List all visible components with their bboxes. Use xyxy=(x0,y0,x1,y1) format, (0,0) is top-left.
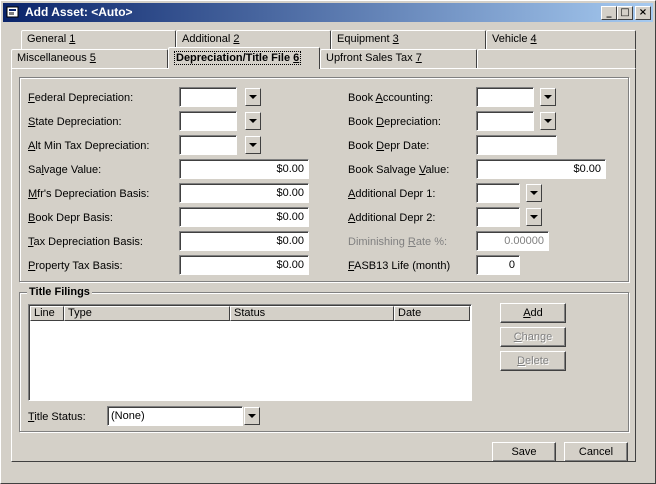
title-status-label: Title Status: xyxy=(28,411,86,423)
title-bar[interactable]: Add Asset: <Auto> _ □ × xyxy=(3,3,653,22)
tab-label: Miscellaneous xyxy=(17,52,90,64)
tab-key: 5 xyxy=(89,52,96,64)
tab-key: 3 xyxy=(392,33,399,45)
title-status-dropdown-icon[interactable] xyxy=(244,407,260,425)
book-depreciation-label: Book Depreciation: xyxy=(348,116,441,128)
column-header-status[interactable]: Status xyxy=(230,306,394,321)
federal-depreciation-combo[interactable] xyxy=(179,87,237,107)
tab-key: 2 xyxy=(233,33,240,45)
mfr-depreciation-basis-field[interactable]: $0.00 xyxy=(179,183,309,203)
fasb13-life-label: FASB13 Life (month) xyxy=(348,260,451,272)
app-icon xyxy=(6,6,19,18)
tab-key: 4 xyxy=(530,33,537,45)
salvage-value-label: Salvage Value: xyxy=(28,164,102,176)
additional-depr-2-combo[interactable] xyxy=(476,207,520,227)
federal-depreciation-dropdown-icon[interactable] xyxy=(245,88,261,106)
minimize-icon: _ xyxy=(606,7,612,18)
book-accounting-dropdown-icon[interactable] xyxy=(540,88,556,106)
additional-depr-2-dropdown-icon[interactable] xyxy=(526,208,542,226)
column-header-line[interactable]: Line xyxy=(30,306,64,321)
diminishing-rate-field: 0.00000 xyxy=(476,231,549,251)
delete-button[interactable]: Delete xyxy=(500,351,566,371)
close-button[interactable]: × xyxy=(635,6,651,20)
tab-vehicle[interactable]: Vehicle 4 xyxy=(486,30,636,49)
tab-miscellaneous[interactable]: Miscellaneous 5 xyxy=(11,49,168,68)
book-accounting-label: Book Accounting: xyxy=(348,92,434,104)
property-tax-basis-field[interactable]: $0.00 xyxy=(179,255,309,275)
book-salvage-value-field[interactable]: $0.00 xyxy=(476,159,606,179)
book-depr-date-label: Book Depr Date: xyxy=(348,140,430,152)
book-depreciation-combo[interactable] xyxy=(476,111,534,131)
add-button[interactable]: Add xyxy=(500,303,566,323)
alt-min-tax-depreciation-combo[interactable] xyxy=(179,135,237,155)
alt-min-tax-depreciation-label: Alt Min Tax Depreciation: xyxy=(28,140,150,152)
tab-label: Equipment xyxy=(337,33,393,45)
column-header-date[interactable]: Date xyxy=(394,306,470,321)
column-header-type[interactable]: Type xyxy=(64,306,230,321)
additional-depr-1-dropdown-icon[interactable] xyxy=(526,184,542,202)
tab-equipment[interactable]: Equipment 3 xyxy=(331,30,486,49)
alt-min-tax-depreciation-dropdown-icon[interactable] xyxy=(245,136,261,154)
tax-depreciation-basis-label: Tax Depreciation Basis: xyxy=(28,236,143,248)
book-depr-basis-field[interactable]: $0.00 xyxy=(179,207,309,227)
tab-key: 6 xyxy=(293,52,300,64)
tab-label: General xyxy=(27,33,70,45)
title-filings-heading: Title Filings xyxy=(27,286,92,298)
federal-depreciation-label: Federal Depreciation: xyxy=(28,92,134,104)
tab-key: 1 xyxy=(69,33,76,45)
additional-depr-1-label: Additional Depr 1: xyxy=(348,188,436,200)
tab-label: Upfront Sales Tax xyxy=(326,52,416,64)
tax-depreciation-basis-field[interactable]: $0.00 xyxy=(179,231,309,251)
book-depreciation-dropdown-icon[interactable] xyxy=(540,112,556,130)
state-depreciation-combo[interactable] xyxy=(179,111,237,131)
additional-depr-1-combo[interactable] xyxy=(476,183,520,203)
tab-upfront-sales-tax[interactable]: Upfront Sales Tax 7 xyxy=(320,49,477,68)
tab-page-depreciation: Federal Depreciation: State Depreciation… xyxy=(11,68,636,462)
tab-label: Vehicle xyxy=(492,33,531,45)
salvage-value-field[interactable]: $0.00 xyxy=(179,159,309,179)
window-title: Add Asset: <Auto> xyxy=(25,5,133,19)
additional-depr-2-label: Additional Depr 2: xyxy=(348,212,436,224)
diminishing-rate-label: Diminishing Rate %: xyxy=(348,236,448,248)
property-tax-basis-label: Property Tax Basis: xyxy=(28,260,123,272)
state-depreciation-label: State Depreciation: xyxy=(28,116,122,128)
tab-general[interactable]: General 1 xyxy=(21,30,176,49)
book-accounting-combo[interactable] xyxy=(476,87,534,107)
book-depr-date-field[interactable] xyxy=(476,135,557,155)
book-salvage-value-label: Book Salvage Value: xyxy=(348,164,450,176)
tab-blank xyxy=(477,49,636,68)
maximize-icon: □ xyxy=(620,7,630,18)
maximize-button[interactable]: □ xyxy=(617,6,633,20)
mfr-depreciation-basis-label: Mfr's Depreciation Basis: xyxy=(28,188,150,200)
close-icon: × xyxy=(638,7,648,18)
state-depreciation-dropdown-icon[interactable] xyxy=(245,112,261,130)
tab-label: Depreciation/Title File xyxy=(176,52,294,64)
change-button[interactable]: Change xyxy=(500,327,566,347)
depreciation-group xyxy=(19,77,629,282)
tab-depreciation-title-file[interactable]: Depreciation/Title File 6 xyxy=(168,47,320,69)
tab-key: 7 xyxy=(415,52,422,64)
fasb13-life-field[interactable]: 0 xyxy=(476,255,520,275)
book-depr-basis-label: Book Depr Basis: xyxy=(28,212,113,224)
title-status-combo[interactable]: (None) xyxy=(107,406,243,426)
add-asset-window: Add Asset: <Auto> _ □ × General 1 Additi… xyxy=(0,0,656,484)
tab-label: Additional xyxy=(182,33,234,45)
title-filings-list[interactable]: Line Type Status Date xyxy=(28,304,472,401)
minimize-button[interactable]: _ xyxy=(601,6,617,20)
